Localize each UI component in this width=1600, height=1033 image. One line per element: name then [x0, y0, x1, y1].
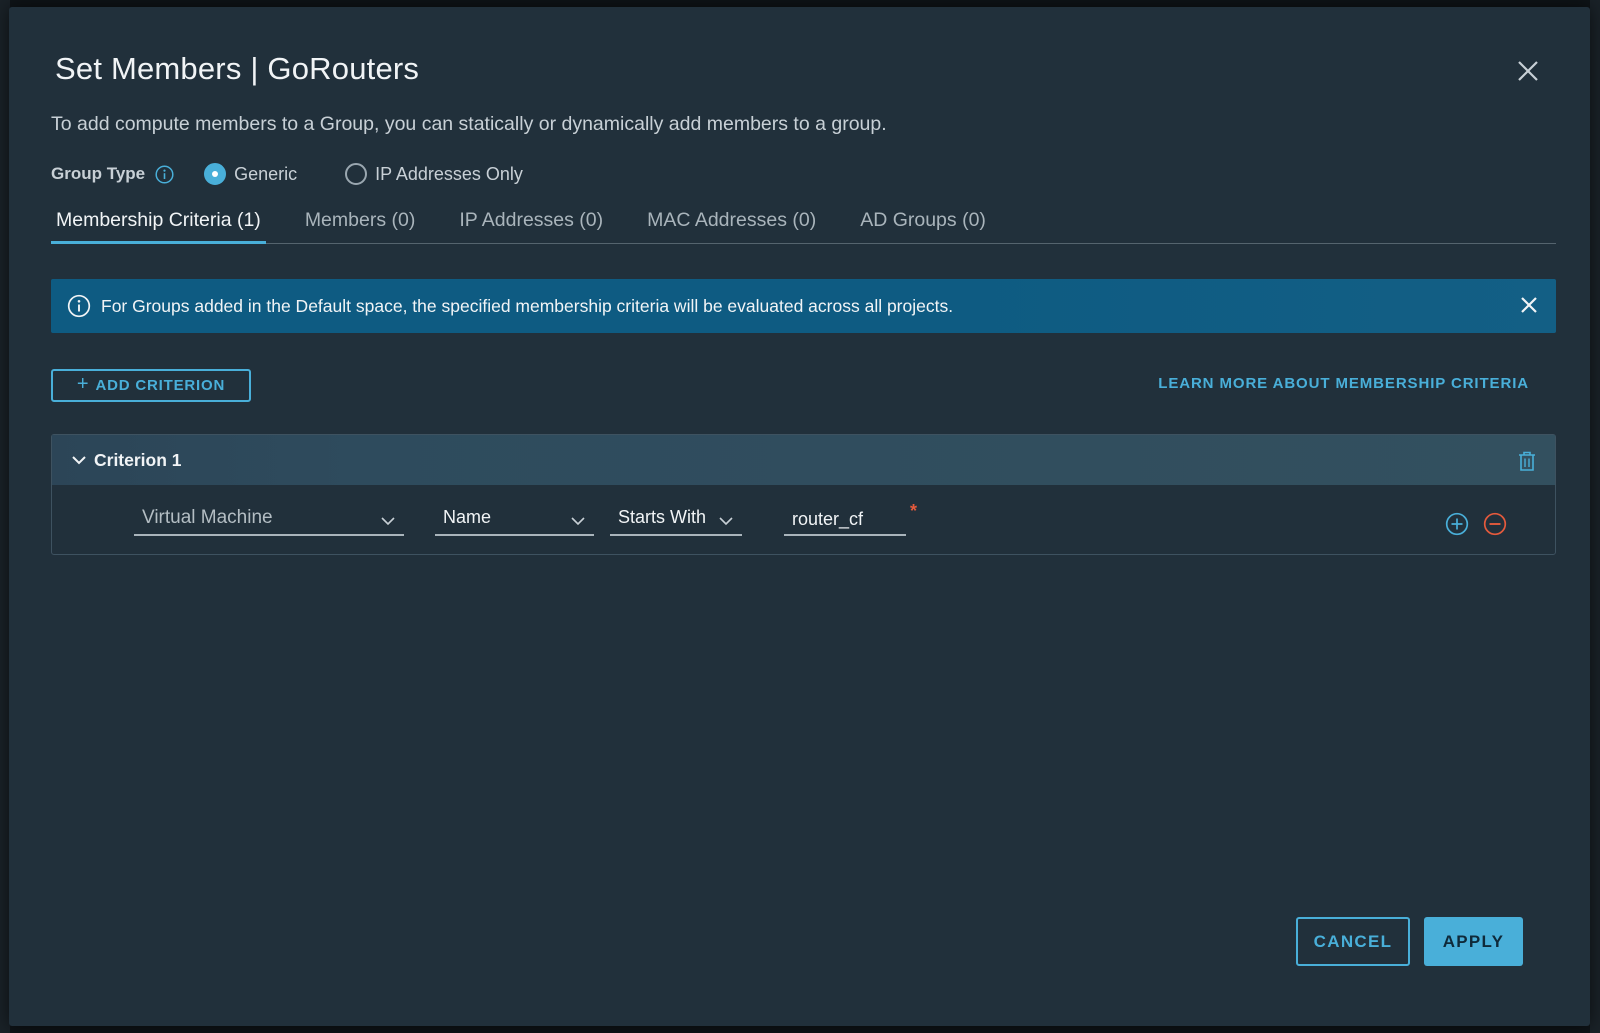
radio-generic-label: Generic	[234, 163, 298, 184]
group-type-label: Group Type	[51, 164, 146, 183]
tab-ad-groups[interactable]: AD Groups (0)	[855, 199, 991, 244]
close-icon[interactable]	[1514, 57, 1542, 85]
set-members-dialog: Set Members | GoRouters To add compute m…	[9, 7, 1590, 1026]
chevron-down-icon	[718, 513, 734, 529]
radio-unselected-icon	[345, 163, 368, 185]
chevron-down-icon[interactable]	[70, 451, 88, 469]
member-type-value: Virtual Machine	[142, 507, 273, 528]
backdrop-right	[1590, 0, 1600, 1033]
group-type-row: Group Type Generic IP Addresses Only	[51, 159, 523, 189]
plus-icon: +	[76, 373, 89, 395]
info-alert: For Groups added in the Default space, t…	[51, 279, 1556, 333]
operator-value: Starts With	[618, 507, 707, 527]
criterion-condition-row: Virtual Machine Name Starts With router_…	[52, 485, 1555, 555]
trash-icon[interactable]	[1517, 450, 1537, 472]
add-criterion-button[interactable]: + ADD CRITERION	[51, 369, 251, 402]
remove-condition-icon[interactable]	[1483, 512, 1507, 536]
alert-text: For Groups added in the Default space, t…	[101, 295, 954, 316]
cancel-label: CANCEL	[1313, 931, 1393, 951]
radio-ip-addresses-only[interactable]: IP Addresses Only	[345, 163, 523, 185]
attribute-select[interactable]: Name	[435, 505, 594, 536]
cancel-button[interactable]: CANCEL	[1296, 917, 1410, 966]
add-condition-icon[interactable]	[1445, 512, 1469, 536]
info-icon[interactable]	[155, 164, 174, 184]
member-type-select[interactable]: Virtual Machine	[134, 505, 404, 536]
apply-button[interactable]: APPLY	[1424, 917, 1523, 966]
alert-close-icon[interactable]	[1518, 294, 1540, 316]
add-criterion-label: ADD CRITERION	[95, 377, 226, 394]
tab-members[interactable]: Members (0)	[300, 199, 421, 244]
radio-selected-icon	[204, 163, 227, 185]
tab-ip-addresses[interactable]: IP Addresses (0)	[454, 199, 608, 244]
radio-ip-addresses-only-label: IP Addresses Only	[375, 163, 523, 184]
radio-generic[interactable]: Generic	[204, 163, 297, 185]
chevron-down-icon	[570, 513, 586, 529]
criterion-title: Criterion 1	[94, 449, 182, 470]
learn-more-link[interactable]: LEARN MORE ABOUT MEMBERSHIP CRITERIA	[1158, 375, 1529, 392]
criterion-header: Criterion 1	[52, 435, 1555, 485]
alert-info-icon	[67, 294, 91, 318]
operator-select[interactable]: Starts With	[610, 505, 742, 536]
criterion-card: Criterion 1 Virtual Machine Name Starts …	[51, 434, 1556, 555]
apply-label: APPLY	[1442, 931, 1505, 951]
chevron-down-icon	[380, 513, 396, 529]
required-marker: *	[910, 501, 918, 521]
dialog-title: Set Members | GoRouters	[55, 51, 420, 86]
tab-membership-criteria[interactable]: Membership Criteria (1)	[51, 199, 266, 244]
tab-mac-addresses[interactable]: MAC Addresses (0)	[642, 199, 821, 244]
tab-bar: Membership Criteria (1) Members (0) IP A…	[51, 199, 1556, 244]
dialog-description: To add compute members to a Group, you c…	[51, 113, 887, 135]
attribute-value: Name	[443, 507, 492, 527]
criterion-value-input[interactable]: router_cf	[784, 505, 906, 536]
criterion-value-text: router_cf	[792, 509, 864, 529]
